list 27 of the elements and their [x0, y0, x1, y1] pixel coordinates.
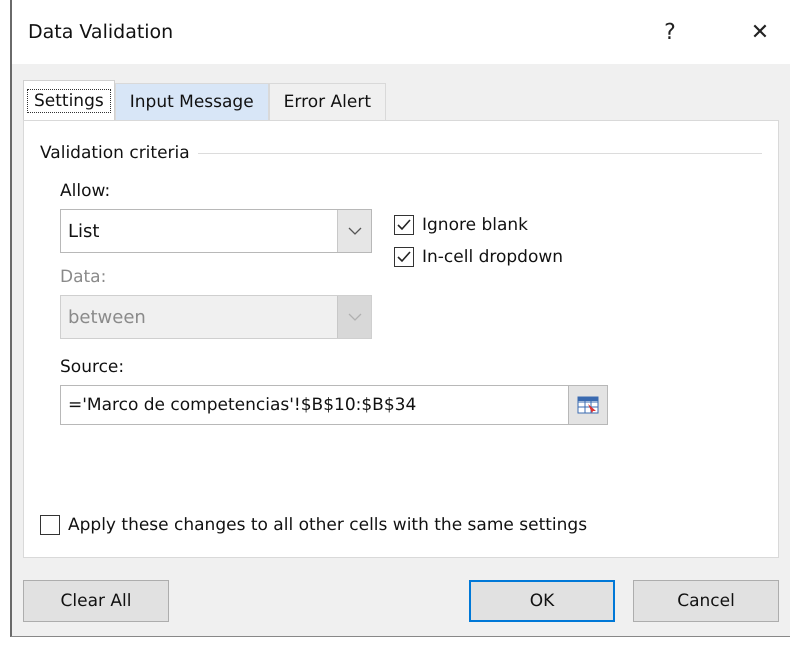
checkbox-label: Apply these changes to all other cells with the same settings [68, 515, 588, 535]
range-picker-button[interactable] [568, 385, 608, 425]
window-title: Data Validation [28, 21, 174, 43]
tab[interactable]: Input Message [114, 83, 269, 120]
table-arrow-icon [577, 396, 599, 414]
checkbox[interactable] [394, 215, 414, 235]
allow-dropdown[interactable]: List [60, 209, 372, 253]
source-label: Source: [59, 357, 126, 377]
checkbox-label: Ignore blank [422, 215, 528, 235]
chevron-down-icon [348, 313, 362, 321]
dialog-button[interactable]: Cancel [633, 580, 779, 622]
tab[interactable]: Settings [23, 80, 115, 120]
tab[interactable]: Error Alert [268, 83, 386, 120]
group-title: Validation criteria [40, 143, 190, 163]
source-field[interactable]: ='Marco de competencias'!$B$10:$B$34 [60, 385, 568, 425]
dialog-button[interactable]: Clear All [23, 580, 169, 622]
checkbox[interactable] [40, 515, 60, 535]
checkbox[interactable] [394, 247, 414, 267]
help-button[interactable]: ? [640, 20, 700, 44]
checkbox-label: In-cell dropdown [422, 247, 564, 267]
data-label: Data: [60, 267, 108, 287]
checkmark-icon [396, 218, 412, 232]
dialog-button[interactable]: OK [469, 580, 615, 622]
allow-label: Allow: [60, 181, 112, 201]
chevron-down-icon [348, 227, 362, 235]
checkmark-icon [396, 250, 412, 264]
close-button[interactable]: ✕ [730, 20, 790, 44]
